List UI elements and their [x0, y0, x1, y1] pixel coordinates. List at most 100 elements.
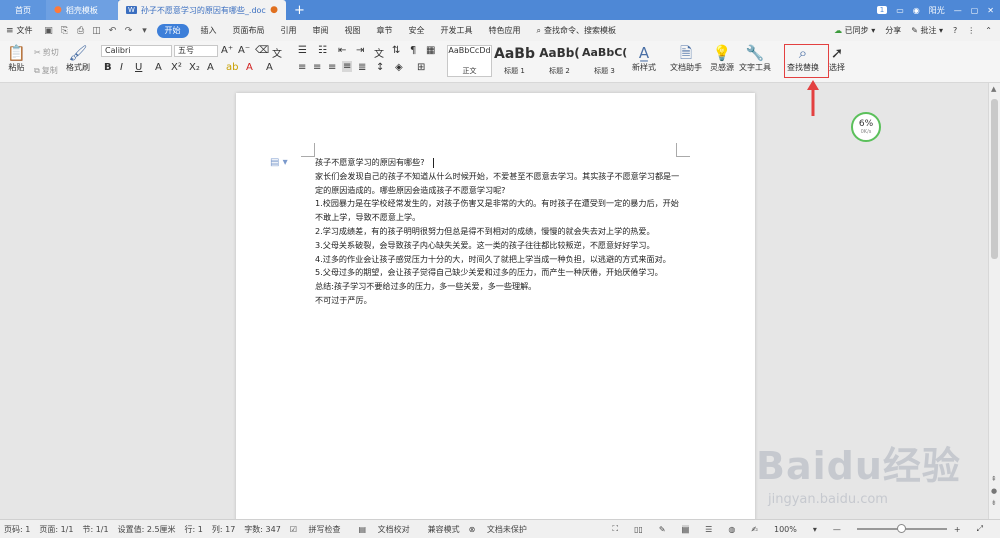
network-speed-widget[interactable]: 6% 0K/s: [851, 112, 881, 142]
web-view-icon[interactable]: ◍: [728, 525, 735, 534]
redo-icon[interactable]: ↷: [124, 26, 134, 36]
fit-page-icon[interactable]: ⤢: [977, 524, 983, 534]
page-badge[interactable]: 1: [876, 6, 888, 14]
menu-features[interactable]: 特色应用: [481, 20, 529, 41]
inspiration-button[interactable]: 💡 灵感源: [710, 44, 734, 73]
sort-icon[interactable]: ⇅: [392, 45, 400, 56]
menu-chapter[interactable]: 章节: [369, 20, 401, 41]
preview-icon[interactable]: ◫: [92, 26, 102, 36]
document-body[interactable]: 孩子不愿意学习的原因有哪些? 家长们会发现自己的孩子不知道从什么时候开始，不爱甚…: [315, 156, 685, 308]
protect-button[interactable]: ⊗ 文档未保护: [469, 524, 536, 535]
shading-icon[interactable]: ◈: [395, 62, 403, 73]
share-button[interactable]: 分享: [885, 25, 901, 36]
status-row[interactable]: 行: 1: [185, 524, 203, 535]
style-heading-1[interactable]: AaBb 标题 1: [492, 45, 537, 77]
justify-icon[interactable]: ≡: [342, 61, 353, 72]
font-name-select[interactable]: Calibri: [101, 45, 172, 57]
print-icon[interactable]: ⎙: [76, 26, 86, 36]
style-heading-3[interactable]: AaBbC( 标题 3: [582, 45, 627, 77]
bullet-list-icon[interactable]: ☰: [298, 45, 307, 56]
spell-check-button[interactable]: ☑ 拼写检查: [290, 524, 350, 535]
scroll-thumb[interactable]: [991, 99, 998, 259]
clear-format-icon[interactable]: ⌫: [255, 45, 269, 56]
document-page[interactable]: 孩子不愿意学习的原因有哪些? 家长们会发现自己的孩子不知道从什么时候开始，不爱甚…: [236, 93, 755, 523]
collapse-ribbon-icon[interactable]: ⌃: [985, 26, 992, 35]
subscript-icon[interactable]: X₂: [189, 62, 200, 73]
add-tab-icon[interactable]: +: [294, 3, 305, 18]
tab-document[interactable]: W 孙子不愿意学习的原因有哪些_.doc ●: [118, 0, 286, 20]
paragraph-handle-icon[interactable]: ▤ ▾: [270, 157, 288, 168]
page-view-icon[interactable]: ▤: [681, 524, 690, 534]
outline-view-icon[interactable]: ☰: [705, 525, 712, 534]
copy-button[interactable]: ⧉ 复制: [34, 65, 58, 76]
chinese-layout-icon[interactable]: 文: [374, 45, 384, 60]
style-heading-2[interactable]: AaBb( 标题 2: [537, 45, 582, 77]
close-window-icon[interactable]: ✕: [987, 6, 994, 15]
border-icon[interactable]: ⊞: [417, 62, 425, 73]
align-left-icon[interactable]: ≡: [298, 62, 306, 73]
chevron-down-icon[interactable]: ▾: [813, 525, 817, 534]
tab-home[interactable]: 首页: [0, 0, 46, 20]
hamburger-icon[interactable]: ≡: [6, 26, 14, 36]
more-icon[interactable]: ⋮: [967, 26, 975, 35]
user-name[interactable]: 阳光: [929, 5, 945, 16]
pinyin-icon[interactable]: 文: [272, 45, 282, 60]
bold-icon[interactable]: B: [104, 62, 112, 73]
zoom-slider-knob[interactable]: [897, 524, 907, 533]
table-icon[interactable]: ▦: [426, 45, 435, 56]
user-avatar-icon[interactable]: ◉: [913, 6, 920, 15]
status-pages[interactable]: 页面: 1/1: [39, 524, 73, 535]
indent-icon[interactable]: ⇥: [356, 45, 364, 56]
status-setting[interactable]: 设置值: 2.5厘米: [118, 524, 176, 535]
menu-layout[interactable]: 页面布局: [225, 20, 273, 41]
fullscreen-icon[interactable]: ⛶: [612, 524, 618, 534]
menu-view[interactable]: 视图: [337, 20, 369, 41]
menu-reference[interactable]: 引用: [273, 20, 305, 41]
number-list-icon[interactable]: ☷: [318, 45, 327, 56]
close-tab-icon[interactable]: ●: [270, 5, 278, 15]
menu-file[interactable]: 文件: [17, 20, 41, 41]
strikethrough-icon[interactable]: A: [155, 62, 162, 73]
show-marks-icon[interactable]: ¶: [410, 45, 416, 56]
reading-mode-icon[interactable]: ▯▯: [634, 525, 643, 534]
menu-insert[interactable]: 插入: [193, 20, 225, 41]
font-size-select[interactable]: 五号: [174, 45, 218, 57]
zoom-in-icon[interactable]: +: [954, 525, 961, 534]
menu-review[interactable]: 审阅: [305, 20, 337, 41]
doc-helper-button[interactable]: 🗎 文档助手: [670, 44, 702, 73]
font-color-icon[interactable]: A: [246, 62, 253, 73]
zoom-out-icon[interactable]: —: [833, 525, 841, 534]
text-tools-button[interactable]: 🔧 文字工具: [739, 44, 771, 73]
menu-devtools[interactable]: 开发工具: [433, 20, 481, 41]
style-normal[interactable]: AaBbCcDd 正文: [447, 45, 492, 77]
skin-icon[interactable]: ▭: [896, 6, 904, 15]
zoom-level[interactable]: 100%: [774, 525, 797, 534]
edit-mode-icon[interactable]: ✎: [659, 525, 666, 534]
compat-mode[interactable]: 兼容模式: [428, 524, 460, 535]
menu-security[interactable]: 安全: [401, 20, 433, 41]
char-shading-icon[interactable]: A: [266, 62, 273, 73]
paste-button[interactable]: 📋 粘贴: [7, 44, 26, 73]
chevron-down-icon[interactable]: ▾: [140, 26, 150, 36]
status-col[interactable]: 列: 17: [212, 524, 235, 535]
zoom-slider[interactable]: [856, 524, 947, 533]
grow-font-icon[interactable]: A⁺: [221, 45, 233, 56]
shrink-font-icon[interactable]: A⁻: [238, 45, 250, 56]
save-icon[interactable]: ▣: [44, 26, 54, 36]
sync-status[interactable]: ☁ 已同步 ▾: [834, 25, 875, 36]
scroll-up-icon[interactable]: ▲: [991, 85, 996, 93]
align-center-icon[interactable]: ≡: [313, 62, 321, 73]
comment-button[interactable]: ✎ 批注 ▾: [911, 25, 943, 36]
export-icon[interactable]: ⎘: [60, 26, 70, 36]
help-icon[interactable]: ?: [953, 26, 957, 35]
write-mode-icon[interactable]: ✍: [751, 525, 758, 534]
minimize-icon[interactable]: —: [954, 6, 962, 15]
undo-icon[interactable]: ↶: [108, 26, 118, 36]
underline-icon[interactable]: U: [135, 62, 142, 73]
proofread-button[interactable]: ▤ 文档校对: [359, 524, 419, 535]
menu-start[interactable]: 开始: [156, 23, 189, 38]
distribute-icon[interactable]: ≣: [358, 62, 366, 73]
tab-template[interactable]: ● 稻壳模板: [46, 0, 118, 20]
status-page-num[interactable]: 页码: 1: [4, 524, 30, 535]
new-style-button[interactable]: A̲ 新样式: [632, 44, 656, 73]
